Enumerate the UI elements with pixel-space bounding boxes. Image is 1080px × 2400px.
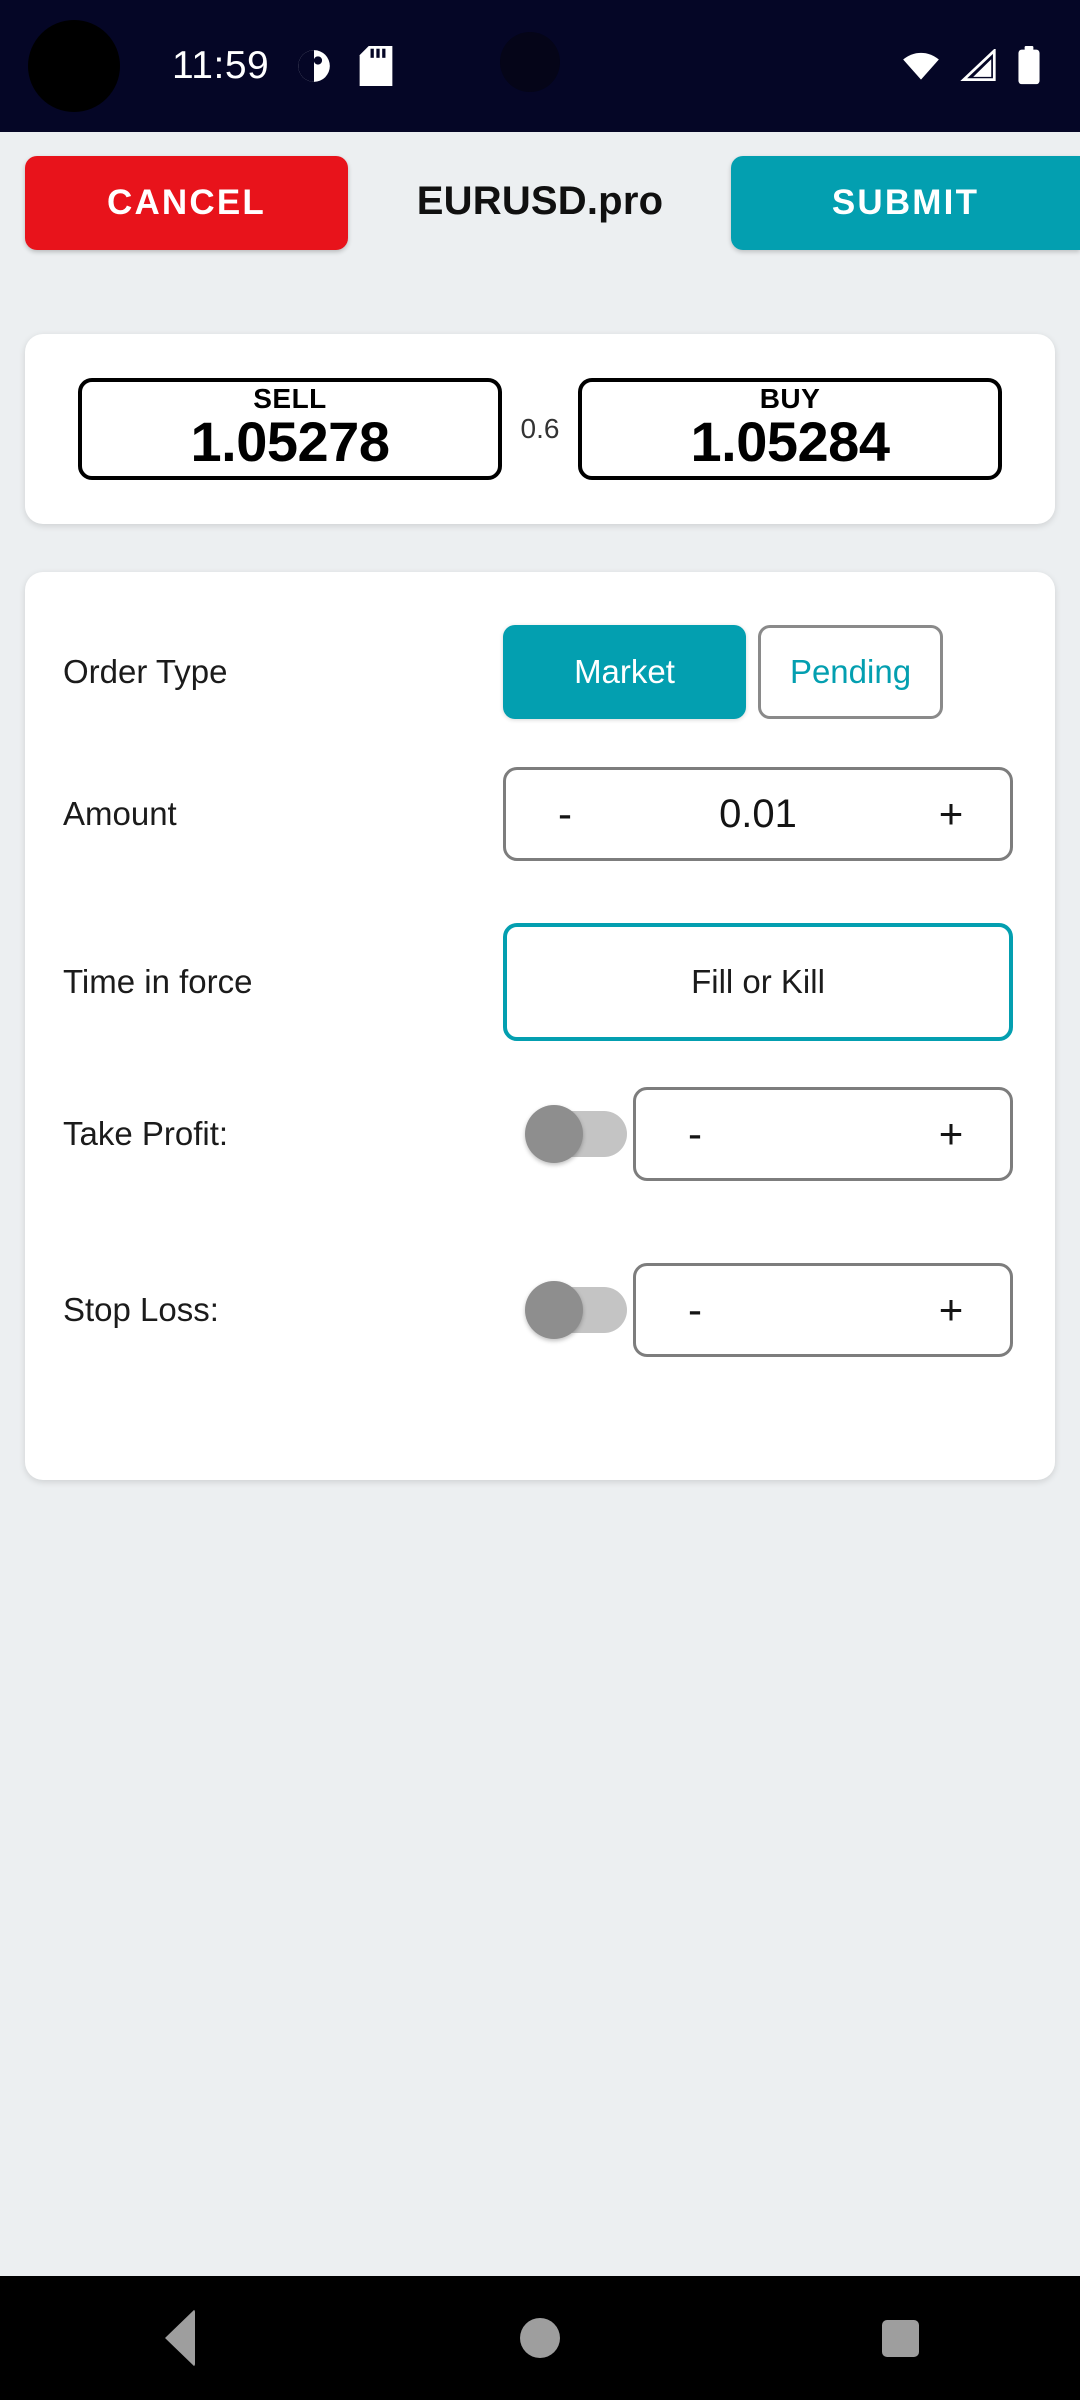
order-form-card: Order Type Market Pending Amount - 0.01 … xyxy=(25,572,1055,1480)
nav-recents-button[interactable] xyxy=(830,2276,970,2400)
nav-home-button[interactable] xyxy=(470,2276,610,2400)
buy-price-value: 1.05284 xyxy=(690,409,890,473)
status-bar-right xyxy=(900,46,1046,86)
stop-loss-stepper[interactable]: - + xyxy=(633,1263,1013,1357)
stop-loss-increment-button[interactable]: + xyxy=(926,1289,976,1331)
camera-punch-hole xyxy=(28,20,120,112)
cellular-signal-icon xyxy=(960,49,998,83)
wifi-icon xyxy=(900,49,942,83)
sell-price-button[interactable]: SELL 1.05278 xyxy=(78,378,502,480)
back-icon xyxy=(165,2309,195,2367)
take-profit-label: Take Profit: xyxy=(63,1115,229,1152)
take-profit-row: Take Profit: - + xyxy=(25,1074,1055,1194)
recents-icon xyxy=(881,2319,919,2357)
buy-price-button[interactable]: BUY 1.05284 xyxy=(578,378,1002,480)
buy-label: BUY xyxy=(759,382,821,414)
phone-screen: 11:59 CANCEL EURUSD.pro SUBMIT SELL 1.05… xyxy=(0,0,1080,2400)
battery-icon xyxy=(1016,46,1042,86)
home-icon xyxy=(520,2318,560,2358)
price-row: SELL 1.05278 0.6 BUY 1.05284 xyxy=(25,334,1055,524)
app-circle-icon xyxy=(295,47,333,85)
order-type-option-pending[interactable]: Pending xyxy=(758,625,943,719)
order-type-segmented-control: Market Pending xyxy=(503,625,943,719)
status-bar: 11:59 xyxy=(0,0,1080,132)
stop-loss-decrement-button[interactable]: - xyxy=(670,1289,720,1331)
order-type-option-market[interactable]: Market xyxy=(503,625,746,719)
amount-decrement-button[interactable]: - xyxy=(540,793,590,835)
amount-row: Amount - 0.01 + xyxy=(25,754,1055,874)
sell-label: SELL xyxy=(253,382,327,414)
time-in-force-row: Time in force Fill or Kill xyxy=(25,912,1055,1052)
amount-stepper[interactable]: - 0.01 + xyxy=(503,767,1013,861)
take-profit-toggle-thumb xyxy=(525,1105,583,1163)
take-profit-stepper[interactable]: - + xyxy=(633,1087,1013,1181)
amount-label: Amount xyxy=(63,795,177,832)
stop-loss-row: Stop Loss: - + xyxy=(25,1250,1055,1370)
order-toolbar: CANCEL EURUSD.pro SUBMIT xyxy=(0,132,1080,272)
price-card: SELL 1.05278 0.6 BUY 1.05284 xyxy=(25,334,1055,524)
order-type-row: Order Type Market Pending xyxy=(25,612,1055,732)
status-bar-left: 11:59 xyxy=(172,44,393,88)
take-profit-increment-button[interactable]: + xyxy=(926,1113,976,1155)
amount-value[interactable]: 0.01 xyxy=(590,792,926,837)
android-navigation-bar xyxy=(0,2276,1080,2400)
spread-value: 0.6 xyxy=(520,413,560,444)
order-type-label: Order Type xyxy=(63,653,228,690)
take-profit-decrement-button[interactable]: - xyxy=(670,1113,720,1155)
sell-price-value: 1.05278 xyxy=(190,409,390,473)
status-bar-clock: 11:59 xyxy=(172,44,270,87)
nav-back-button[interactable] xyxy=(110,2276,250,2400)
sd-card-icon xyxy=(359,46,393,86)
take-profit-toggle[interactable] xyxy=(525,1105,627,1163)
time-in-force-select[interactable]: Fill or Kill xyxy=(503,923,1013,1041)
stop-loss-toggle[interactable] xyxy=(525,1281,627,1339)
stop-loss-label: Stop Loss: xyxy=(63,1291,219,1328)
time-in-force-label: Time in force xyxy=(63,963,253,1000)
submit-button[interactable]: SUBMIT xyxy=(731,156,1080,250)
camera-punch-hole-secondary xyxy=(500,32,560,92)
stop-loss-toggle-thumb xyxy=(525,1281,583,1339)
amount-increment-button[interactable]: + xyxy=(926,793,976,835)
